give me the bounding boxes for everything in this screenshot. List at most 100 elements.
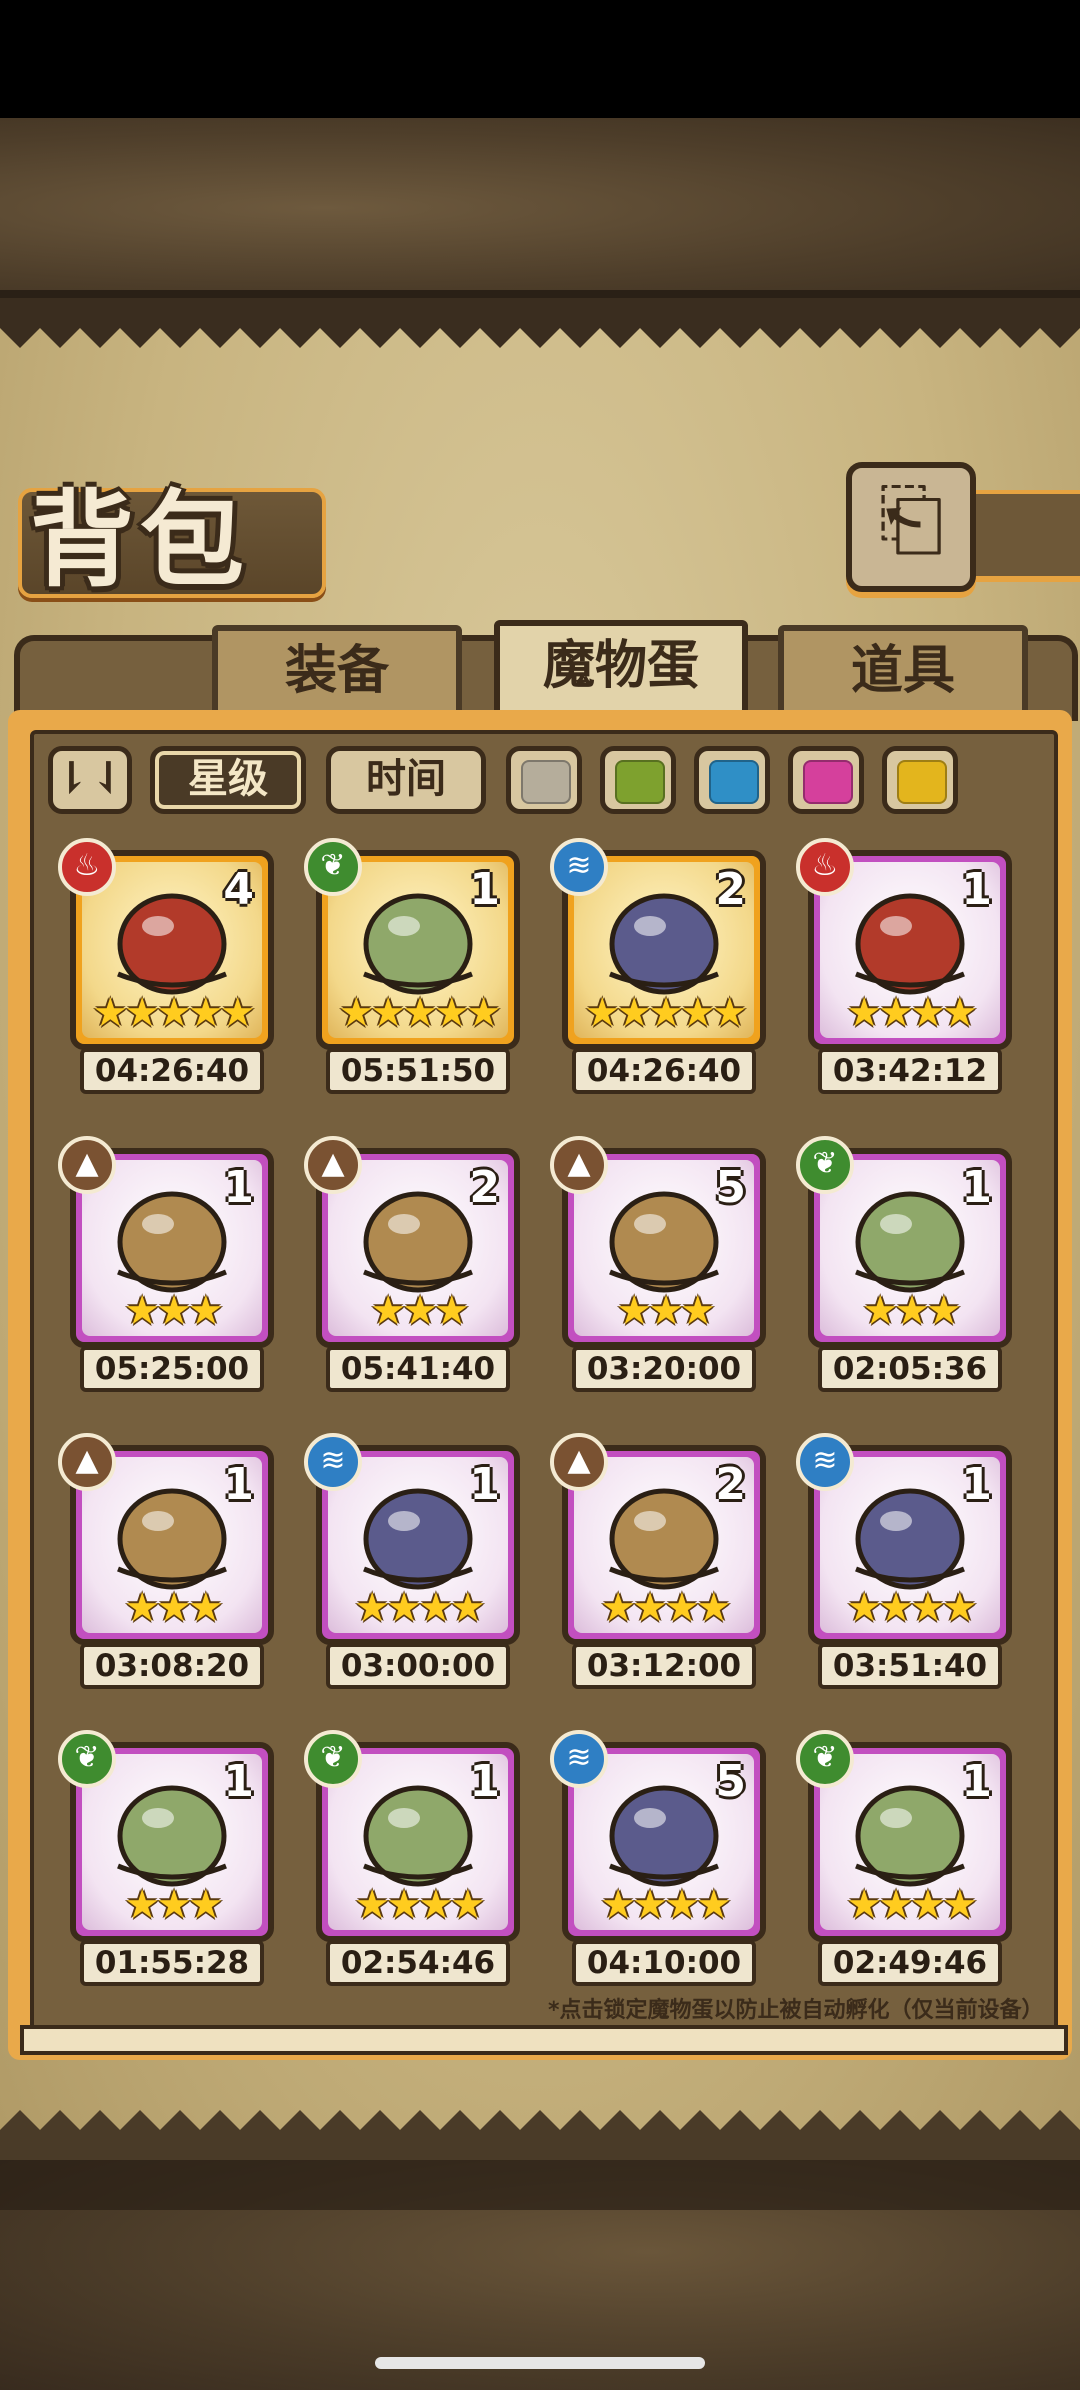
- hatch-timer: 03:51:40: [818, 1643, 1002, 1689]
- hatch-timer: 02:49:46: [818, 1940, 1002, 1986]
- egg-card[interactable]: ▲ 2 ★★★ 05:41:40: [304, 1136, 520, 1392]
- star-rating: ★★★★: [354, 1882, 485, 1928]
- egg-card[interactable]: ❦ 1 ★★★★★ 05:51:50: [304, 838, 520, 1094]
- leaf-element-icon: ❦: [304, 838, 362, 896]
- hatch-timer: 03:08:20: [80, 1643, 264, 1689]
- egg-card[interactable]: ≋ 1 ★★★★ 03:51:40: [796, 1433, 1012, 1689]
- filter-green-button[interactable]: [600, 746, 676, 814]
- egg-card[interactable]: ≋ 2 ★★★★★ 04:26:40: [550, 838, 766, 1094]
- star-rating: ★★★★: [600, 1882, 731, 1928]
- hatch-timer: 05:25:00: [80, 1346, 264, 1392]
- leaf-element-icon: ❦: [304, 1730, 362, 1788]
- egg-count: 1: [223, 1162, 254, 1213]
- star-rating: ★★★★: [846, 1585, 977, 1631]
- egg-card[interactable]: ▲ 2 ★★★★ 03:12:00: [550, 1433, 766, 1689]
- egg-card[interactable]: ▲ 1 ★★★ 05:25:00: [58, 1136, 274, 1392]
- hatch-timer: 04:10:00: [572, 1940, 756, 1986]
- hatch-timer: 02:54:46: [326, 1940, 510, 1986]
- panel-bottom-rail: [20, 2025, 1068, 2055]
- map-background-top: [0, 118, 1080, 298]
- leaf-element-icon: ❦: [796, 1136, 854, 1194]
- star-rating: ★★★: [124, 1882, 224, 1928]
- star-rating: ★★★★: [600, 1585, 731, 1631]
- green-swatch: [615, 760, 665, 804]
- hatch-timer: 03:42:12: [818, 1048, 1002, 1094]
- egg-card[interactable]: ♨ 4 ★★★★★ 04:26:40: [58, 838, 274, 1094]
- hatch-timer: 04:26:40: [572, 1048, 756, 1094]
- earth-element-icon: ▲: [58, 1433, 116, 1491]
- pink-swatch: [803, 760, 853, 804]
- star-rating: ★★★★: [354, 1585, 485, 1631]
- torn-edge-top: [0, 298, 1080, 348]
- egg-count: 5: [715, 1756, 746, 1807]
- hatch-timer: 05:51:50: [326, 1048, 510, 1094]
- star-rating: ★★★★: [846, 1882, 977, 1928]
- leaf-element-icon: ❦: [796, 1730, 854, 1788]
- egg-count: 4: [223, 864, 254, 915]
- egg-count: 1: [223, 1459, 254, 1510]
- earth-element-icon: ▲: [304, 1136, 362, 1194]
- leaf-element-icon: ❦: [58, 1730, 116, 1788]
- egg-count: 1: [223, 1756, 254, 1807]
- egg-count: 1: [961, 1162, 992, 1213]
- egg-count: 1: [961, 864, 992, 915]
- star-rating: ★★★: [616, 1288, 716, 1334]
- hatch-timer: 04:26:40: [80, 1048, 264, 1094]
- egg-count: 1: [961, 1756, 992, 1807]
- star-rating: ★★★★★: [584, 990, 747, 1036]
- egg-card[interactable]: ▲ 1 ★★★ 03:08:20: [58, 1433, 274, 1689]
- egg-card[interactable]: ❦ 1 ★★★ 01:55:28: [58, 1730, 274, 1986]
- star-rating: ★★★: [124, 1288, 224, 1334]
- sort-order-button[interactable]: ⇂⇃: [48, 746, 132, 814]
- egg-count: 1: [469, 1756, 500, 1807]
- egg-card[interactable]: ♨ 1 ★★★★ 03:42:12: [796, 838, 1012, 1094]
- egg-card[interactable]: ▲ 5 ★★★ 03:20:00: [550, 1136, 766, 1392]
- egg-card[interactable]: ≋ 5 ★★★★ 04:10:00: [550, 1730, 766, 1986]
- filter-gray-button[interactable]: [506, 746, 582, 814]
- egg-count: 1: [469, 1459, 500, 1510]
- filter-yellow-button[interactable]: [882, 746, 958, 814]
- lock-hint-text: *点击锁定魔物蛋以防止被自动孵化（仅当前设备）: [548, 1998, 1044, 2023]
- back-button[interactable]: ⎗: [846, 462, 976, 592]
- water-element-icon: ≋: [550, 1730, 608, 1788]
- egg-count: 2: [715, 864, 746, 915]
- egg-card[interactable]: ≋ 1 ★★★★ 03:00:00: [304, 1433, 520, 1689]
- egg-count: 1: [961, 1459, 992, 1510]
- egg-count: 5: [715, 1162, 746, 1213]
- star-rating: ★★★★★: [338, 990, 501, 1036]
- fire-element-icon: ♨: [796, 838, 854, 896]
- earth-element-icon: ▲: [550, 1433, 608, 1491]
- egg-count: 2: [715, 1459, 746, 1510]
- sort-toggle-icon: ⇂⇃: [53, 753, 127, 804]
- star-rating: ★★★★★: [92, 990, 255, 1036]
- yellow-swatch: [897, 760, 947, 804]
- back-arrow-icon: ⎗: [878, 472, 944, 567]
- hatch-timer: 03:12:00: [572, 1643, 756, 1689]
- blue-swatch: [709, 760, 759, 804]
- map-background-bottom: [0, 2160, 1080, 2390]
- gray-swatch: [521, 760, 571, 804]
- egg-card[interactable]: ❦ 1 ★★★ 02:05:36: [796, 1136, 1012, 1392]
- filter-blue-button[interactable]: [694, 746, 770, 814]
- sort-by-star-button[interactable]: 星级: [150, 746, 306, 814]
- hatch-timer: 02:05:36: [818, 1346, 1002, 1392]
- hatch-timer: 01:55:28: [80, 1940, 264, 1986]
- egg-card[interactable]: ❦ 1 ★★★★ 02:49:46: [796, 1730, 1012, 1986]
- egg-count: 2: [469, 1162, 500, 1213]
- water-element-icon: ≋: [550, 838, 608, 896]
- home-indicator[interactable]: [375, 2357, 705, 2369]
- star-rating: ★★★: [862, 1288, 962, 1334]
- filter-pink-button[interactable]: [788, 746, 864, 814]
- water-element-icon: ≋: [796, 1433, 854, 1491]
- sort-by-time-button[interactable]: 时间: [326, 746, 486, 814]
- star-rating: ★★★: [370, 1288, 470, 1334]
- fire-element-icon: ♨: [58, 838, 116, 896]
- torn-edge-bottom: [0, 2110, 1080, 2160]
- status-bar: [0, 0, 1080, 118]
- star-rating: ★★★★: [846, 990, 977, 1036]
- star-rating: ★★★: [124, 1585, 224, 1631]
- egg-card[interactable]: ❦ 1 ★★★★ 02:54:46: [304, 1730, 520, 1986]
- hatch-timer: 05:41:40: [326, 1346, 510, 1392]
- egg-count: 1: [469, 864, 500, 915]
- hatch-timer: 03:20:00: [572, 1346, 756, 1392]
